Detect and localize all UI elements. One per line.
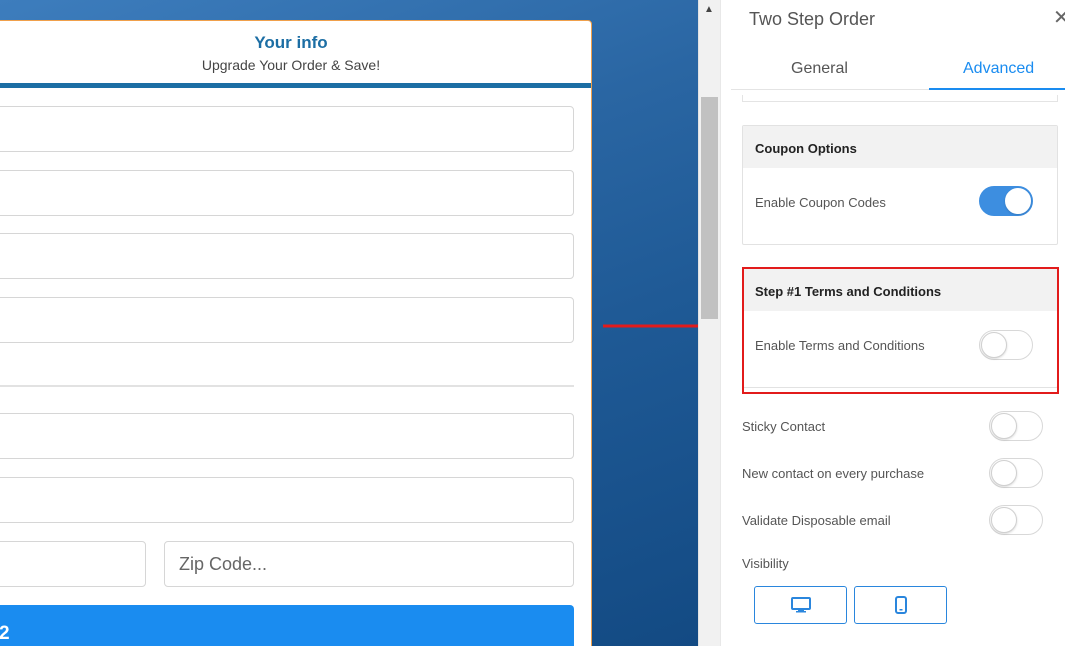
panel-title: Two Step Order — [749, 9, 876, 29]
form-field-1[interactable] — [0, 106, 574, 152]
new-contact-toggle[interactable] — [989, 458, 1043, 488]
validate-email-toggle[interactable] — [989, 505, 1043, 535]
toggle-knob — [991, 413, 1017, 439]
sticky-contact-label: Sticky Contact — [742, 419, 826, 434]
form-input-3[interactable] — [0, 234, 573, 278]
visibility-mobile-button[interactable] — [854, 586, 947, 624]
submit-button-label: 2 — [0, 623, 10, 644]
page-canvas: Your info Upgrade Your Order & Save! 2 — [0, 0, 698, 646]
enable-coupon-codes-label: Enable Coupon Codes — [755, 195, 886, 210]
form-header: Your info Upgrade Your Order & Save! — [0, 21, 591, 85]
mobile-icon — [894, 596, 907, 614]
form-field-4[interactable] — [0, 297, 574, 343]
panel-tabs: General Advanced — [731, 56, 1065, 90]
tab-advanced[interactable]: Advanced — [963, 60, 1034, 78]
sticky-contact-toggle[interactable] — [989, 411, 1043, 441]
visibility-label: Visibility — [742, 556, 789, 571]
previous-section-edge — [742, 95, 1058, 102]
form-input-6[interactable] — [0, 478, 573, 522]
desktop-icon — [790, 597, 811, 613]
form-input-4[interactable] — [0, 298, 573, 342]
form-field-2[interactable] — [0, 170, 574, 216]
form-title: Your info — [254, 33, 328, 52]
scrollbar[interactable]: ▲ — [698, 0, 720, 646]
form-input-2[interactable] — [0, 171, 573, 215]
coupon-options-section: Coupon Options Enable Coupon Codes — [742, 125, 1058, 245]
toggle-knob — [1005, 188, 1031, 214]
form-subtitle: Upgrade Your Order & Save! — [201, 57, 381, 73]
tab-general[interactable]: General — [791, 60, 848, 78]
form-input-5[interactable] — [0, 414, 573, 458]
new-contact-label: New contact on every purchase — [742, 466, 925, 481]
annotation-highlight-box — [742, 267, 1059, 394]
form-divider — [0, 385, 574, 387]
form-field-state[interactable] — [0, 541, 146, 587]
validate-email-label: Validate Disposable email — [742, 513, 891, 528]
chevron-up-icon[interactable]: ▲ — [704, 4, 714, 15]
close-icon[interactable]: ✕ — [1053, 5, 1065, 30]
settings-panel: Two Step Order ✕ General Advanced Coupon… — [720, 0, 1065, 646]
scrollbar-thumb[interactable] — [701, 97, 718, 319]
form-input-1[interactable] — [0, 107, 573, 151]
visibility-desktop-button[interactable] — [754, 586, 847, 624]
order-form-card: Your info Upgrade Your Order & Save! 2 — [0, 20, 592, 646]
zip-code-input[interactable] — [165, 542, 573, 586]
toggle-knob — [991, 460, 1017, 486]
form-field-3[interactable] — [0, 233, 574, 279]
coupon-options-header: Coupon Options — [743, 126, 1057, 168]
zip-code-field[interactable] — [164, 541, 574, 587]
form-field-5[interactable] — [0, 413, 574, 459]
toggle-knob — [991, 507, 1017, 533]
submit-button[interactable]: 2 — [0, 605, 574, 646]
state-input[interactable] — [0, 542, 145, 586]
enable-coupon-codes-toggle[interactable] — [979, 186, 1033, 216]
active-tab-indicator — [929, 88, 1065, 90]
header-progress-bar — [0, 83, 591, 88]
form-field-6[interactable] — [0, 477, 574, 523]
